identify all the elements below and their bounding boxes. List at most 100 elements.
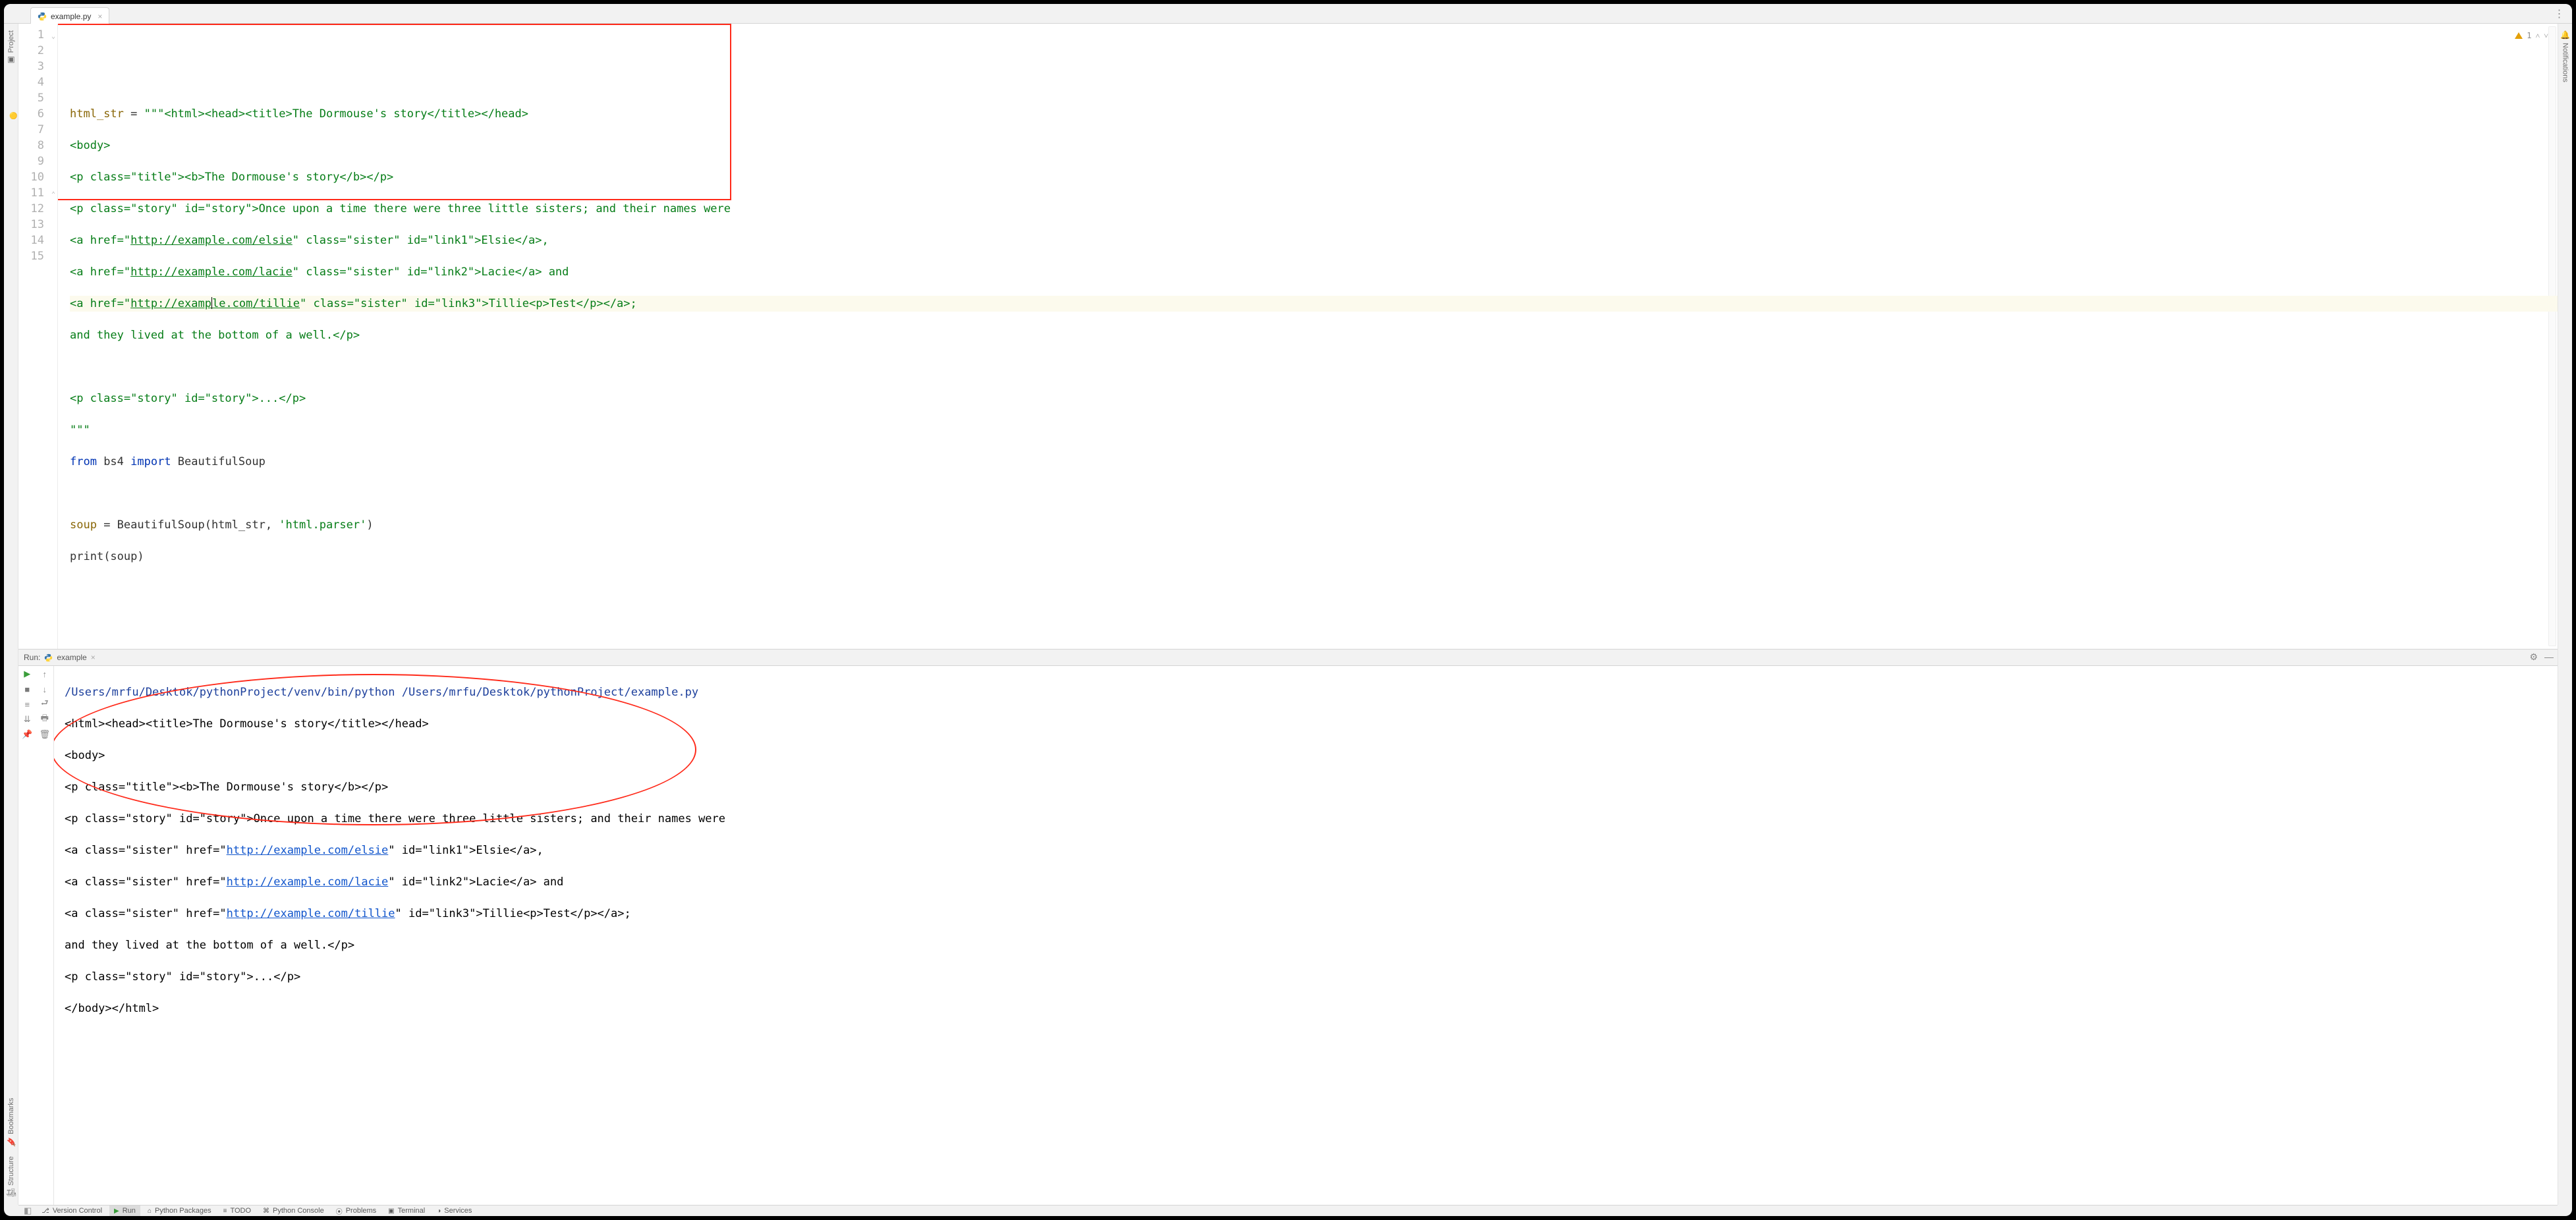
status-label: Problems <box>346 1207 376 1215</box>
line-number: 3 <box>18 59 44 74</box>
console-link[interactable]: http://example.com/tillie <box>227 907 395 920</box>
run-header: Run: example × ⚙ — <box>18 650 2558 666</box>
status-label: TODO <box>230 1207 251 1215</box>
line-number: 13 <box>18 217 44 233</box>
left-tool-strip: ▣ Project 🔖 Bookmarks 🏗 Structure <box>4 24 18 1205</box>
sidebar-label: Project <box>7 30 15 53</box>
layout-button[interactable]: ≡ <box>22 699 32 709</box>
console-line: <a class="sister" href="http://example.c… <box>65 843 2558 858</box>
sidebar-label: Notifications <box>2562 43 2569 82</box>
console-line: <a class="sister" href="http://example.c… <box>65 906 2558 922</box>
sidebar-tool-structure[interactable]: 🏗 Structure <box>7 1156 16 1198</box>
vcs-icon: ⎇ <box>42 1207 49 1215</box>
status-version-control[interactable]: ⎇ Version Control <box>37 1206 107 1216</box>
python-file-icon <box>38 12 47 21</box>
line-number: 2 <box>18 43 44 59</box>
run-config-name[interactable]: example <box>57 653 86 662</box>
run-console[interactable]: /Users/mrfu/Desktok/pythonProject/venv/b… <box>54 666 2558 1205</box>
code-editor[interactable]: 1 ˄ ˅ html_str = """<html><head><title>T… <box>58 24 2558 649</box>
breakpoint-marker-icon[interactable]: 🟡 <box>9 109 17 125</box>
file-tab-example[interactable]: example.py × <box>30 7 109 25</box>
console-line: <p class="title"><b>The Dormouse's story… <box>65 779 2558 795</box>
warning-count: 1 <box>2527 28 2531 43</box>
line-number: 8 <box>18 138 44 153</box>
console-line: <p class="story" id="story">...</p> <box>65 969 2558 985</box>
line-number: 11 <box>18 185 44 201</box>
trash-button[interactable]: 🗑 <box>40 729 50 740</box>
line-number: 5 <box>18 90 44 106</box>
rerun-button[interactable]: ▶ <box>22 669 32 679</box>
down-button[interactable]: ↓ <box>40 684 50 694</box>
console-link[interactable]: http://example.com/lacie <box>227 875 389 889</box>
structure-icon: 🏗 <box>7 1188 16 1198</box>
folder-icon: ▣ <box>7 55 16 65</box>
terminal-icon: ▣ <box>388 1207 394 1215</box>
line-number: 10 <box>18 169 44 185</box>
line-number: 14 <box>18 233 44 248</box>
editor-inspection-widget[interactable]: 1 ˄ ˅ <box>2515 28 2548 43</box>
package-icon: ⌂ <box>148 1207 152 1215</box>
console-link[interactable]: http://example.com/elsie <box>227 844 389 857</box>
status-label: Python Packages <box>155 1207 211 1215</box>
minimize-icon[interactable]: — <box>2544 652 2554 663</box>
right-tool-strip: 🔔 Notifications <box>2558 24 2572 1205</box>
status-label: Version Control <box>53 1207 102 1215</box>
status-problems[interactable]: ⦿Problems <box>331 1206 381 1216</box>
console-line: <p class="story" id="story">Once upon a … <box>65 811 2558 827</box>
close-run-tab-icon[interactable]: × <box>91 653 96 662</box>
fold-handle-icon[interactable]: ⌃ <box>51 187 55 203</box>
status-todo[interactable]: ≡TODO <box>219 1206 256 1216</box>
bell-icon: 🔔 <box>2561 30 2570 40</box>
sidebar-tool-notifications[interactable]: 🔔 Notifications <box>2561 30 2570 82</box>
status-label: Python Console <box>273 1207 324 1215</box>
status-python-packages[interactable]: ⌂Python Packages <box>143 1206 216 1216</box>
python-icon: ⌘ <box>263 1207 269 1215</box>
play-icon: ▶ <box>114 1207 119 1215</box>
line-number: 4 <box>18 74 44 90</box>
pin-button[interactable]: 📌 <box>22 729 32 740</box>
work-area: 1 2 3 4 5 🟡6 7 8 9 10 11 12 13 14 15 ⌄ ⌃ <box>18 24 2558 1205</box>
tab-overflow-button[interactable]: ⋮ <box>2552 7 2567 21</box>
todo-icon: ≡ <box>223 1207 227 1215</box>
console-line: <body> <box>65 748 2558 763</box>
console-line: <a class="sister" href="http://example.c… <box>65 874 2558 890</box>
status-run[interactable]: ▶ Run <box>109 1206 140 1216</box>
status-python-console[interactable]: ⌘ Python Console <box>258 1206 329 1216</box>
line-number: 12 <box>18 201 44 217</box>
status-label: Run <box>123 1207 136 1215</box>
up-button[interactable]: ↑ <box>40 669 50 679</box>
status-services[interactable]: ◑Services <box>432 1206 476 1216</box>
python-file-icon <box>44 653 53 662</box>
chevron-up-icon[interactable]: ˄ <box>2535 28 2540 43</box>
status-terminal[interactable]: ▣Terminal <box>383 1206 430 1216</box>
scroll-to-end-button[interactable]: ⇊ <box>22 714 32 725</box>
gear-icon[interactable]: ⚙ <box>2529 652 2538 663</box>
problems-icon: ⦿ <box>336 1206 343 1216</box>
run-toolbar: ▶ ↑ ■ ↓ ≡ ⮐ ⇊ 🖶 📌 🗑 <box>18 666 54 1205</box>
print-button[interactable]: 🖶 <box>40 714 50 725</box>
line-number: 9 <box>18 153 44 169</box>
console-line: </body></html> <box>65 1001 2558 1016</box>
status-bar: ◧ ⎇ Version Control ▶ Run ⌂Python Packages… <box>18 1205 2558 1216</box>
run-tool-window: Run: example × ⚙ — ▶ ↑ ■ ↓ ≡ ⮐ <box>18 650 2558 1205</box>
tool-windows-button[interactable]: ◧ <box>24 1206 32 1216</box>
editor-gutter[interactable]: 1 2 3 4 5 🟡6 7 8 9 10 11 12 13 14 15 ⌄ ⌃ <box>18 24 58 649</box>
close-tab-icon[interactable]: × <box>98 12 102 21</box>
editor-pane: 1 2 3 4 5 🟡6 7 8 9 10 11 12 13 14 15 ⌄ ⌃ <box>18 24 2558 650</box>
ide-window: example.py × ⋮ ▣ Project 🔖 Bookmarks 🏗 S… <box>4 4 2572 1216</box>
file-tab-label: example.py <box>51 12 91 21</box>
line-number: 15 <box>18 248 44 264</box>
console-line: and they lived at the bottom of a well.<… <box>65 937 2558 953</box>
chevron-down-icon[interactable]: ˅ <box>2544 28 2548 43</box>
soft-wrap-button[interactable]: ⮐ <box>40 699 50 709</box>
fold-handle-icon[interactable]: ⌄ <box>51 29 55 45</box>
console-line: <html><head><title>The Dormouse's story<… <box>65 716 2558 732</box>
line-number: 1 <box>18 27 44 43</box>
line-number: 7 <box>18 122 44 138</box>
stop-button[interactable]: ■ <box>22 684 32 694</box>
sidebar-tool-bookmarks[interactable]: 🔖 Bookmarks <box>7 1098 16 1147</box>
run-title: Run: <box>24 653 40 662</box>
run-body: ▶ ↑ ■ ↓ ≡ ⮐ ⇊ 🖶 📌 🗑 /Users/mrfu/Desktok/… <box>18 666 2558 1205</box>
services-icon: ◑ <box>437 1207 441 1215</box>
sidebar-tool-project[interactable]: ▣ Project <box>7 30 16 65</box>
